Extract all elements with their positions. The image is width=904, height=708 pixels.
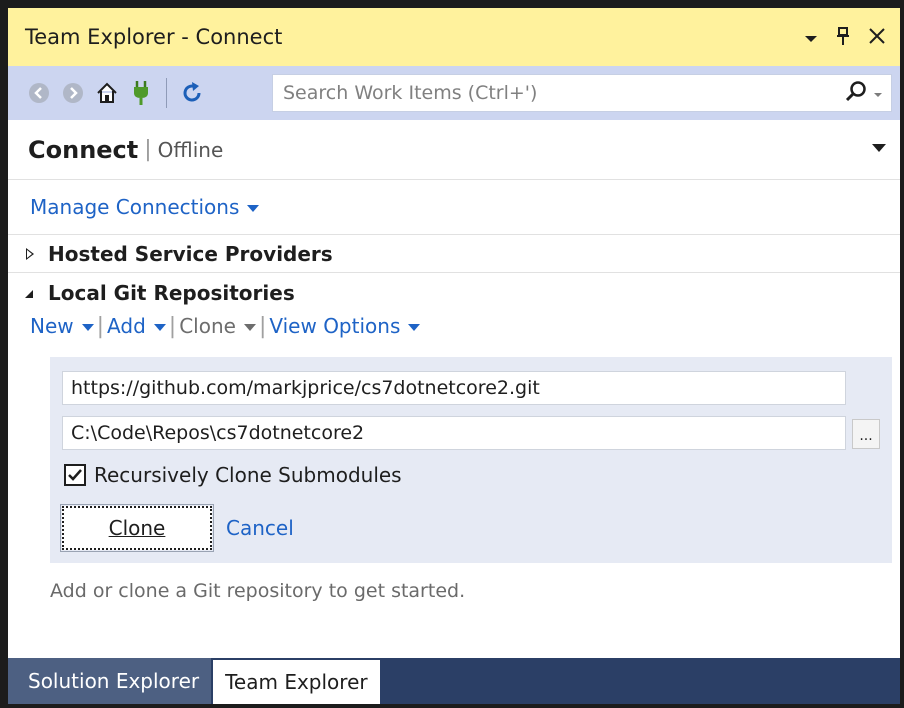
hosted-service-providers-section[interactable]: Hosted Service Providers <box>8 235 900 273</box>
expand-collapsed-icon[interactable] <box>26 247 34 260</box>
team-explorer-window: Team Explorer - Connect Search Work Item… <box>0 0 904 708</box>
clone-actions: Clone Cancel <box>60 504 294 552</box>
tab-team-explorer[interactable]: Team Explorer <box>213 660 380 704</box>
manage-connections-link[interactable]: Manage Connections <box>30 195 260 219</box>
new-label: New <box>30 314 74 338</box>
clone-panel: ... Recursively Clone Submodules Clone C… <box>50 357 892 563</box>
title-separator: | <box>144 137 152 162</box>
expand-expanded-icon[interactable] <box>24 284 34 303</box>
search-input[interactable] <box>273 75 837 111</box>
chevron-down-icon <box>243 324 256 331</box>
empty-state-hint: Add or clone a Git repository to get sta… <box>50 580 466 602</box>
connect-plug-icon[interactable] <box>126 78 156 108</box>
page-title: Connect <box>28 135 139 164</box>
tab-solution-explorer[interactable]: Solution Explorer <box>8 658 212 704</box>
add-menu-link[interactable]: Add <box>107 314 166 338</box>
search-options-dropdown-icon[interactable] <box>873 84 883 103</box>
chevron-down-icon <box>408 324 421 331</box>
search-box[interactable] <box>272 74 892 112</box>
section-title-local: Local Git Repositories <box>48 281 295 305</box>
action-separator: | <box>168 313 177 339</box>
back-icon[interactable] <box>24 78 54 108</box>
title-bar: Team Explorer - Connect <box>8 8 900 66</box>
manage-connections-row: Manage Connections <box>8 180 900 235</box>
search-icon[interactable] <box>845 80 867 106</box>
clone-button-label: Clone <box>108 516 166 540</box>
browse-button[interactable]: ... <box>852 419 880 449</box>
forward-icon[interactable] <box>58 78 88 108</box>
toolbar <box>8 66 900 120</box>
chevron-down-icon <box>81 324 94 331</box>
manage-connections-label: Manage Connections <box>30 195 240 219</box>
toolbar-separator <box>166 78 167 108</box>
section-title-hosted: Hosted Service Providers <box>48 241 333 266</box>
dropdown-arrow-icon[interactable] <box>804 27 818 47</box>
local-path-field[interactable] <box>62 416 846 450</box>
refresh-icon[interactable] <box>177 78 207 108</box>
new-menu-link[interactable]: New <box>30 314 94 338</box>
window-title: Team Explorer - Connect <box>25 25 283 49</box>
bottom-tab-strip: Solution Explorer Team Explorer <box>8 658 900 704</box>
action-separator: | <box>96 313 105 339</box>
checkmark-icon <box>68 469 82 481</box>
connection-status: Offline <box>157 137 224 162</box>
add-label: Add <box>107 314 146 338</box>
action-separator: | <box>258 313 267 339</box>
recursive-checkbox[interactable] <box>64 464 86 486</box>
home-icon[interactable] <box>92 78 122 108</box>
recursive-checkbox-label: Recursively Clone Submodules <box>94 463 402 487</box>
repository-url-field[interactable] <box>62 371 846 405</box>
local-git-header[interactable]: Local Git Repositories <box>8 278 900 308</box>
view-options-label: View Options <box>269 314 401 338</box>
chevron-down-icon <box>153 324 166 331</box>
local-git-repositories-section: Local Git Repositories New | Add | Clone… <box>8 278 900 344</box>
view-options-link[interactable]: View Options <box>269 314 421 338</box>
clone-menu-link[interactable]: Clone <box>179 314 256 338</box>
recursive-clone-option[interactable]: Recursively Clone Submodules <box>64 463 402 487</box>
git-actions-bar: New | Add | Clone | View Options <box>8 308 900 344</box>
clone-label: Clone <box>179 314 236 338</box>
pin-icon[interactable] <box>836 26 850 49</box>
page-header: Connect | Offline <box>8 120 900 180</box>
clone-button[interactable]: Clone <box>60 504 214 552</box>
chevron-down-icon <box>247 205 260 212</box>
close-icon[interactable] <box>868 27 886 48</box>
cancel-link[interactable]: Cancel <box>226 516 294 540</box>
page-menu-dropdown-icon[interactable] <box>872 144 886 152</box>
